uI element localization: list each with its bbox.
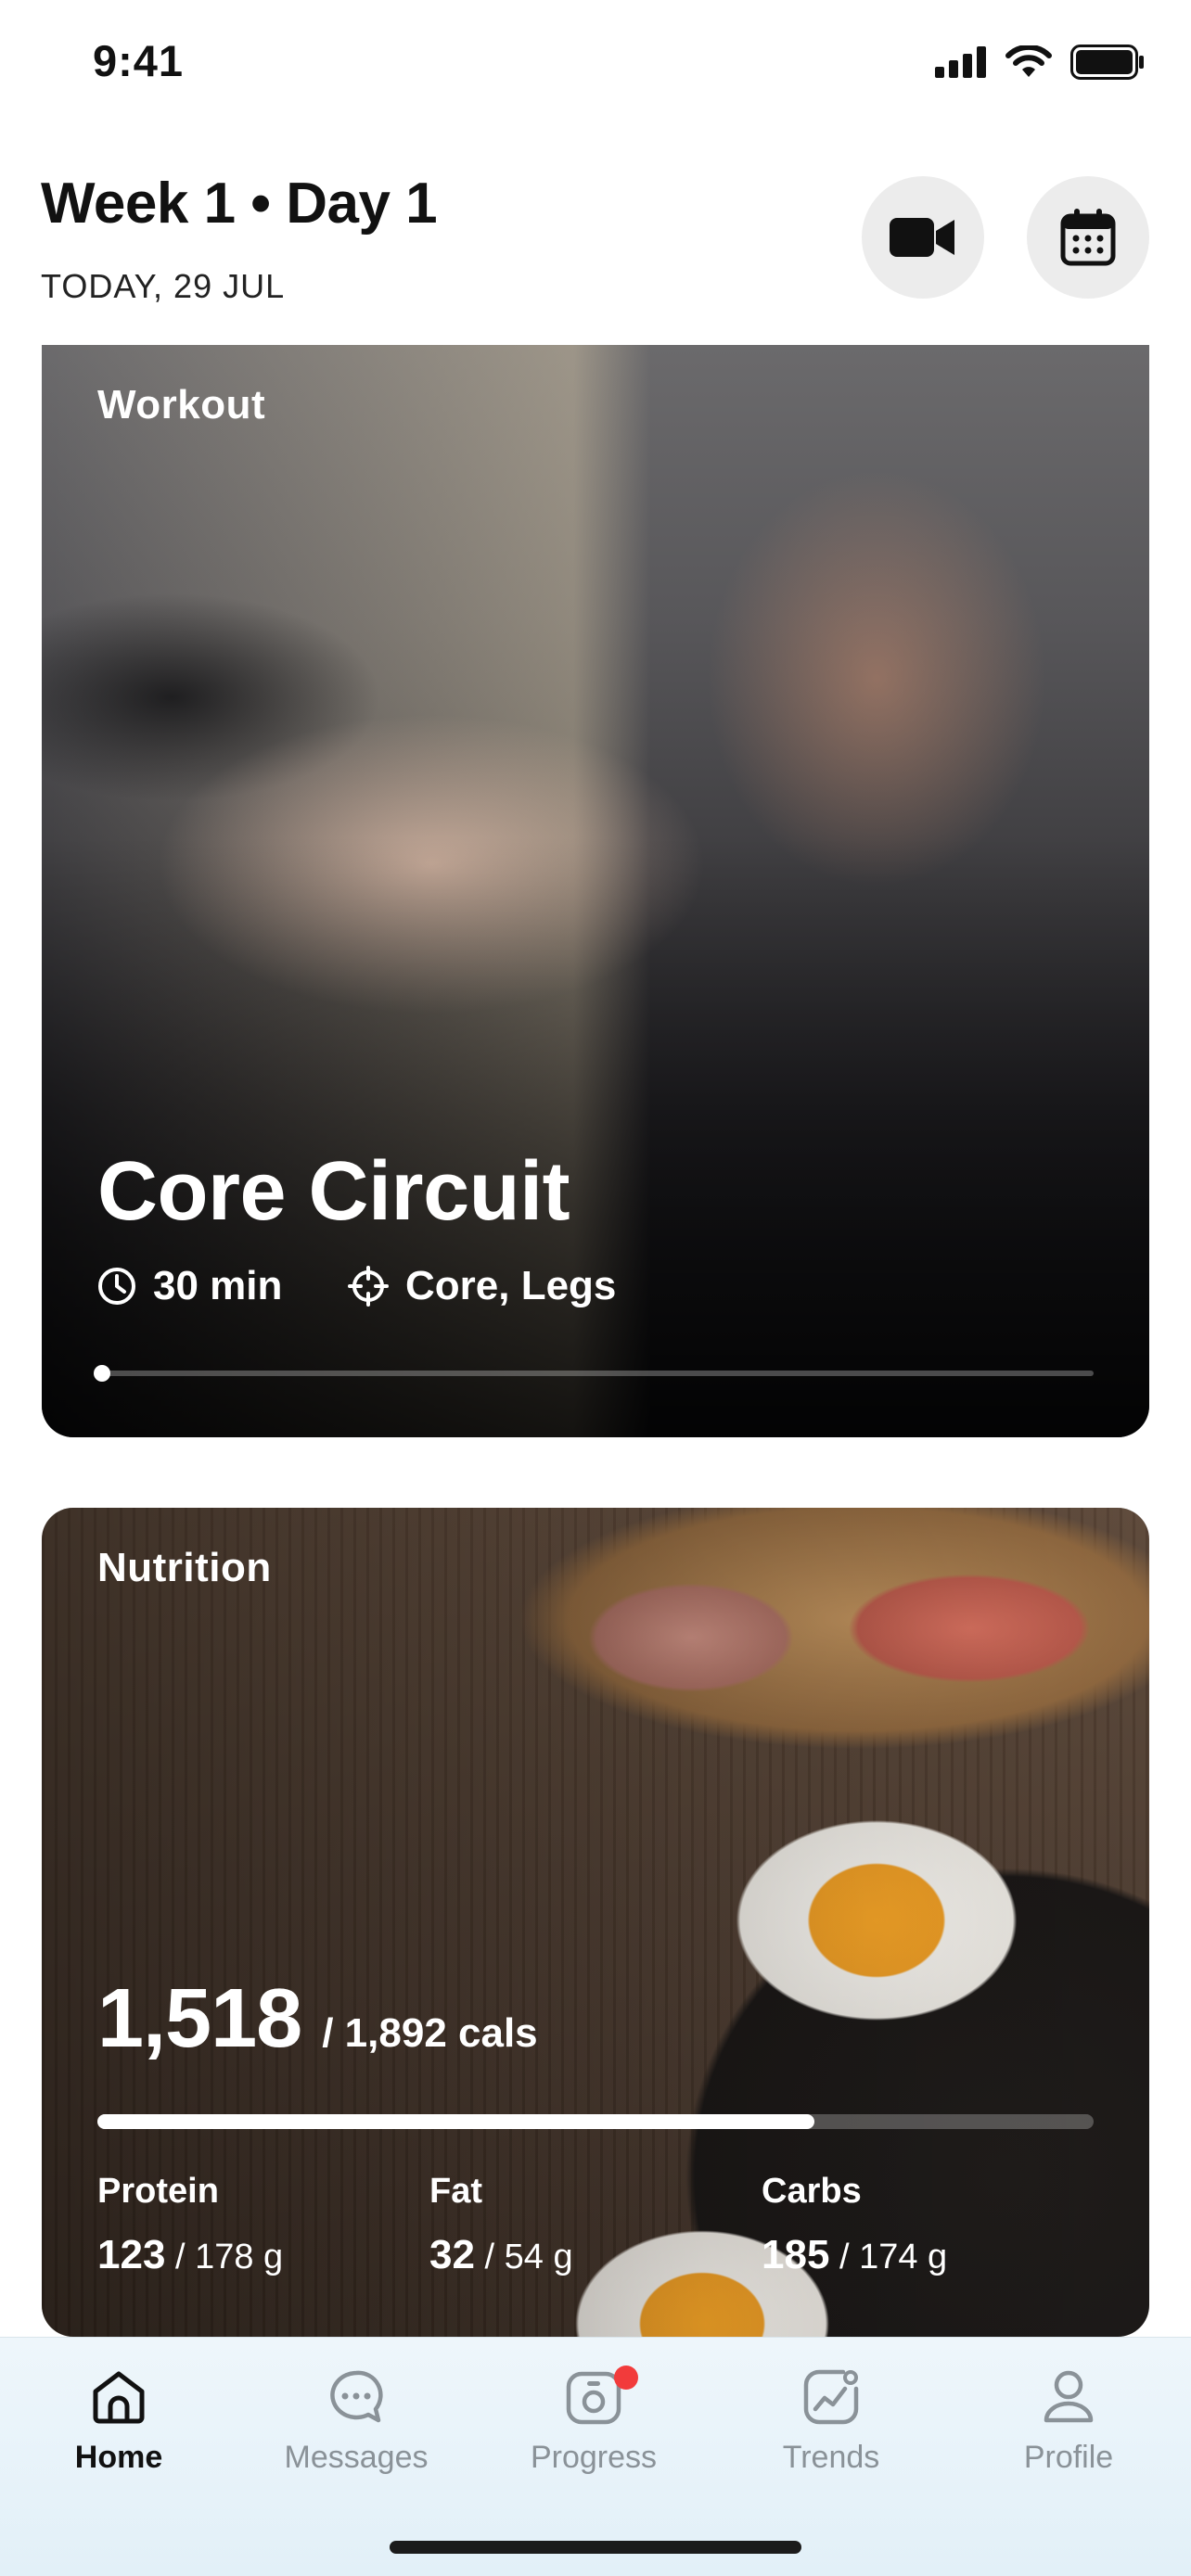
trends-icon <box>803 2369 859 2425</box>
calories-summary: 1,518 / 1,892 cals <box>97 1971 538 2067</box>
nutrition-label: Nutrition <box>97 1545 272 1590</box>
video-camera-icon <box>890 218 954 257</box>
macro-name: Protein <box>97 2172 219 2211</box>
tab-profile[interactable]: Profile <box>950 2360 1187 2476</box>
calories-progress-bar <box>97 2114 1094 2129</box>
workout-title: Core Circuit <box>97 1145 570 1238</box>
tab-trends[interactable]: Trends <box>712 2360 950 2476</box>
macro-fat: Fat 32 / 54 g <box>429 2172 762 2278</box>
app-screen: 9:41 Week 1 • Day 1 TODAY, 29 JUL Workou… <box>0 0 1191 2576</box>
tab-home[interactable]: Home <box>0 2360 237 2476</box>
target-icon <box>348 1266 389 1307</box>
macro-goal: / 174 g <box>829 2238 948 2276</box>
nutrition-card[interactable]: Nutrition 1,518 / 1,892 cals Protein 123… <box>42 1508 1149 2337</box>
macro-value: 32 <box>429 2232 475 2277</box>
battery-icon <box>1070 45 1144 80</box>
video-button[interactable] <box>862 176 984 299</box>
tab-label: Trends <box>782 2440 880 2475</box>
status-icons <box>935 45 1145 80</box>
home-icon <box>93 2371 145 2424</box>
profile-icon <box>1044 2370 1094 2423</box>
chat-icon <box>330 2370 383 2423</box>
calendar-icon <box>1060 209 1116 266</box>
workout-label: Workout <box>97 382 266 427</box>
macro-goal: / 54 g <box>474 2238 573 2276</box>
tab-label: Messages <box>284 2440 429 2475</box>
calories-goal: / 1,892 cals <box>322 2010 538 2056</box>
macro-values: 32 / 54 g <box>429 2232 762 2278</box>
workout-progress-bar <box>94 1365 1094 1382</box>
macro-values: 185 / 174 g <box>762 2232 1094 2278</box>
macro-protein: Protein 123 / 178 g <box>97 2172 429 2278</box>
workout-card[interactable]: Workout Core Circuit 30 min Core, Legs <box>42 345 1149 1437</box>
status-bar: 9:41 <box>0 0 1191 130</box>
calories-progress-fill <box>97 2114 815 2129</box>
macro-carbs: Carbs 185 / 174 g <box>762 2172 1094 2278</box>
calories-consumed: 1,518 <box>97 1972 302 2065</box>
focus-text: Core, Legs <box>405 1263 617 1308</box>
page-header: Week 1 • Day 1 TODAY, 29 JUL <box>0 148 1191 343</box>
tab-messages[interactable]: Messages <box>237 2360 475 2476</box>
workout-focus: Core, Legs <box>348 1263 616 1309</box>
tab-label: Home <box>74 2440 163 2475</box>
tab-label: Profile <box>1023 2440 1114 2475</box>
duration-text: 30 min <box>153 1263 283 1308</box>
wifi-icon <box>1005 45 1052 77</box>
page-title: Week 1 • Day 1 <box>41 172 438 236</box>
macro-value: 185 <box>762 2232 830 2277</box>
signal-icon <box>935 46 986 78</box>
tab-progress[interactable]: Progress <box>475 2360 712 2476</box>
workout-duration: 30 min <box>97 1263 282 1309</box>
tab-label: Progress <box>530 2440 658 2475</box>
clock-icon <box>98 1268 135 1305</box>
today-date: TODAY, 29 JUL <box>41 267 286 305</box>
macro-name: Carbs <box>762 2172 862 2211</box>
macro-goal: / 178 g <box>165 2238 284 2276</box>
workout-progress-knob <box>94 1365 110 1382</box>
macro-value: 123 <box>97 2232 166 2277</box>
macro-name: Fat <box>429 2172 482 2211</box>
macros-row: Protein 123 / 178 g Fat 32 / 54 g Carbs … <box>97 2172 1094 2278</box>
home-indicator <box>390 2541 801 2554</box>
macro-values: 123 / 178 g <box>97 2232 429 2278</box>
status-time: 9:41 <box>93 36 185 85</box>
notification-badge <box>614 2366 638 2390</box>
calendar-button[interactable] <box>1027 176 1149 299</box>
